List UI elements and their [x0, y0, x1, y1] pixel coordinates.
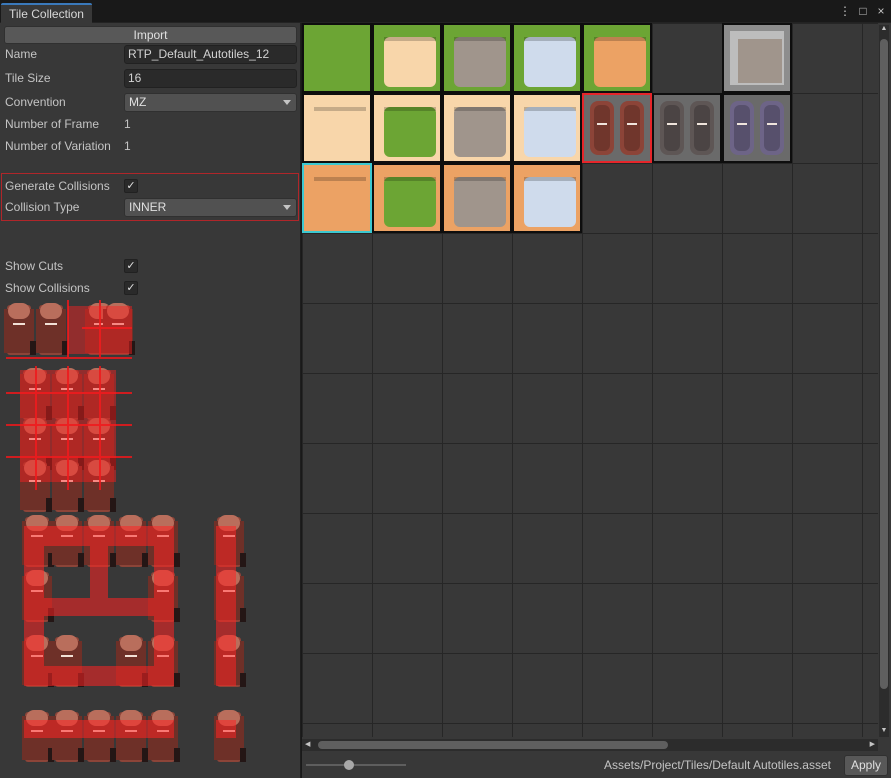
- tile-size-row: Tile Size 16: [5, 69, 297, 89]
- tile-grass-sand-dark[interactable]: [582, 23, 652, 93]
- horizontal-scrollbar-thumb[interactable]: [318, 741, 668, 749]
- inspector-panel: Import Name RTP_Default_Autotiles_12 Til…: [0, 23, 301, 778]
- tile-size-label: Tile Size: [5, 71, 51, 85]
- tile-sand-light[interactable]: [302, 93, 372, 163]
- tile-pillar-red[interactable]: [582, 93, 652, 163]
- tile-sand-dark-snow[interactable]: [512, 163, 582, 233]
- show-cuts-label: Show Cuts: [5, 259, 64, 273]
- tile-pillar-gray[interactable]: [652, 93, 722, 163]
- zoom-slider[interactable]: [306, 764, 406, 766]
- frames-row: Number of Frame 1: [5, 115, 297, 135]
- vertical-scrollbar-thumb[interactable]: [880, 39, 888, 689]
- name-row: Name RTP_Default_Autotiles_12: [5, 45, 297, 65]
- convention-row: Convention MZ: [5, 93, 297, 113]
- tab-tile-collection[interactable]: Tile Collection: [1, 3, 92, 24]
- show-cuts-row: Show Cuts ✓: [5, 257, 297, 277]
- chevron-down-icon: [283, 100, 291, 105]
- horizontal-scrollbar[interactable]: ◀ ▶: [302, 739, 878, 751]
- convention-dropdown[interactable]: MZ: [124, 93, 297, 112]
- collision-type-label: Collision Type: [5, 200, 80, 214]
- tile-grass-sand-light[interactable]: [372, 23, 442, 93]
- tile-grid[interactable]: [302, 23, 878, 737]
- window-titlebar: Tile Collection ⋮ □ ×: [0, 0, 891, 24]
- show-collisions-checkbox[interactable]: ✓: [124, 281, 138, 295]
- scroll-left-icon[interactable]: ◀: [305, 739, 310, 751]
- show-collisions-row: Show Collisions ✓: [5, 279, 297, 299]
- close-icon[interactable]: ×: [875, 3, 887, 19]
- scroll-right-icon[interactable]: ▶: [870, 739, 875, 751]
- name-field[interactable]: RTP_Default_Autotiles_12: [124, 45, 297, 64]
- tile-sand-light-rock[interactable]: [442, 93, 512, 163]
- convention-label: Convention: [5, 95, 66, 109]
- chevron-down-icon: [283, 205, 291, 210]
- generate-collisions-label: Generate Collisions: [5, 179, 110, 193]
- tile-grid-panel: ▲ ▼ ◀ ▶ Assets/Project/Tiles/Default Aut…: [302, 23, 891, 778]
- footer-bar: Assets/Project/Tiles/Default Autotiles.a…: [302, 753, 891, 778]
- collision-type-row: Collision Type INNER: [5, 198, 297, 218]
- tile-sand-light-grass[interactable]: [372, 93, 442, 163]
- vertical-scrollbar[interactable]: ▲ ▼: [879, 25, 889, 737]
- collision-type-value: INNER: [129, 200, 167, 214]
- frames-label: Number of Frame: [5, 117, 100, 131]
- tile-grass-rock[interactable]: [442, 23, 512, 93]
- tile-grass-snow[interactable]: [512, 23, 582, 93]
- scroll-up-icon[interactable]: ▲: [880, 25, 888, 35]
- tile-sand-dark[interactable]: [302, 163, 372, 233]
- import-button[interactable]: Import: [4, 26, 297, 44]
- asset-path: Assets/Project/Tiles/Default Autotiles.a…: [604, 758, 831, 772]
- name-label: Name: [5, 47, 38, 61]
- tile-grass[interactable]: [302, 23, 372, 93]
- tile-size-field[interactable]: 16: [124, 69, 297, 88]
- tile-sand-dark-grass[interactable]: [372, 163, 442, 233]
- collision-type-dropdown[interactable]: INNER: [124, 198, 297, 217]
- show-cuts-checkbox[interactable]: ✓: [124, 259, 138, 273]
- show-collisions-label: Show Collisions: [5, 281, 90, 295]
- tile-sand-dark-rock[interactable]: [442, 163, 512, 233]
- tile-pillar-purple[interactable]: [722, 93, 792, 163]
- kebab-menu-icon[interactable]: ⋮: [839, 3, 851, 19]
- maximize-icon[interactable]: □: [857, 3, 869, 19]
- variation-value: 1: [124, 139, 131, 153]
- variation-row: Number of Variation 1: [5, 137, 297, 157]
- variation-label: Number of Variation: [5, 139, 111, 153]
- tile-stone-wall[interactable]: [722, 23, 792, 93]
- scroll-down-icon[interactable]: ▼: [880, 727, 888, 737]
- tile-preview-canvas: [4, 300, 246, 762]
- convention-value: MZ: [129, 95, 147, 109]
- tile-sand-light-snow[interactable]: [512, 93, 582, 163]
- apply-button[interactable]: Apply: [844, 755, 888, 776]
- generate-collisions-row: Generate Collisions ✓: [5, 177, 297, 197]
- frames-value: 1: [124, 117, 131, 131]
- zoom-slider-knob[interactable]: [344, 760, 354, 770]
- generate-collisions-checkbox[interactable]: ✓: [124, 179, 138, 193]
